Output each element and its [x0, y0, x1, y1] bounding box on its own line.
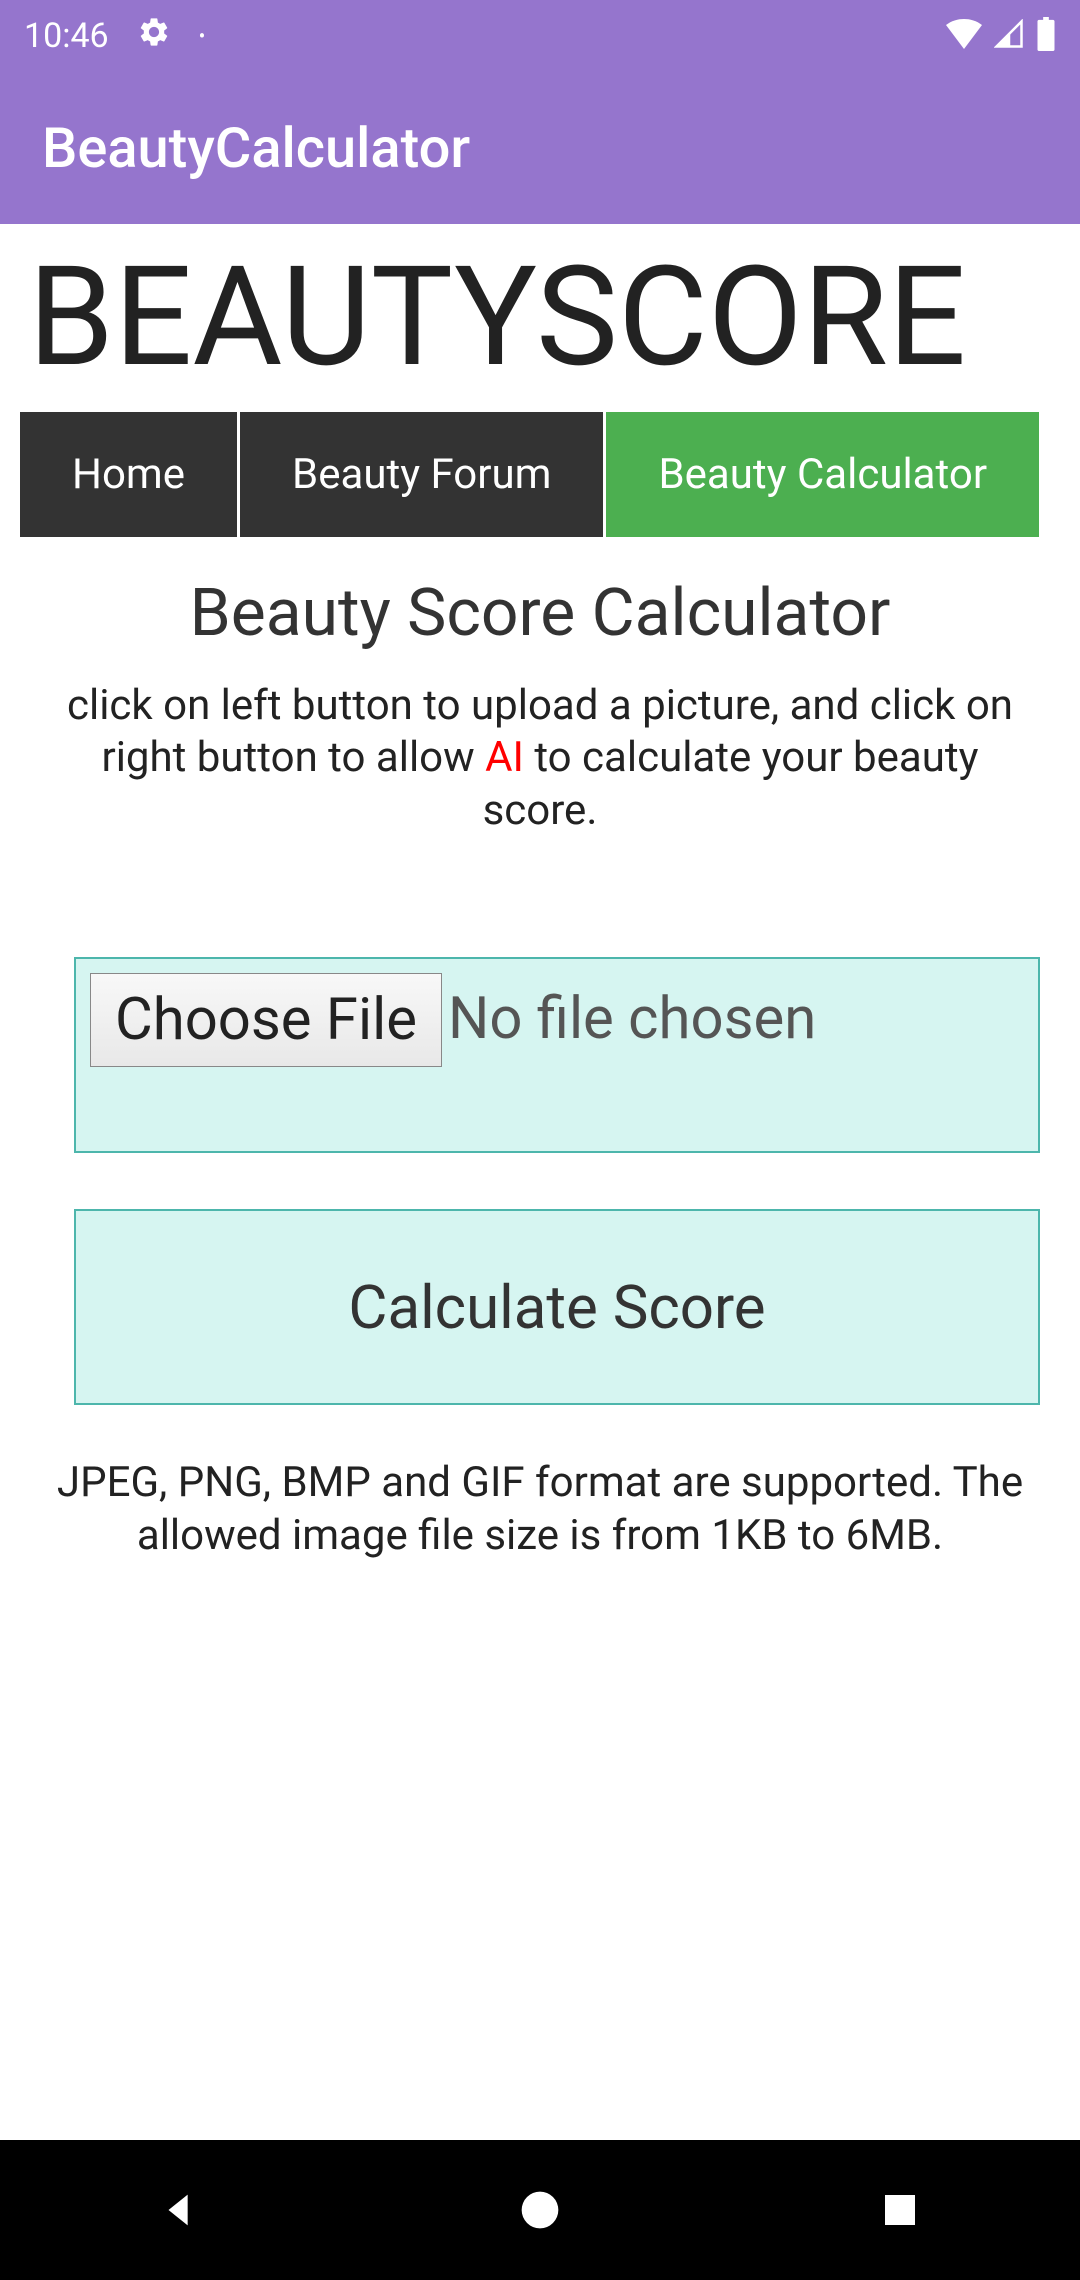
calculate-label: Calculate Score: [348, 1272, 765, 1343]
app-title: BeautyCalculator: [42, 115, 470, 181]
instruction-post: to calculate your beauty score.: [483, 733, 979, 835]
dot-icon: •: [199, 24, 206, 48]
file-status-text: No file chosen: [442, 973, 822, 1065]
signal-icon: [994, 19, 1024, 53]
back-icon[interactable]: [150, 2180, 210, 2240]
calculate-score-button[interactable]: Calculate Score: [74, 1209, 1040, 1405]
status-left: 10:46 •: [24, 15, 205, 58]
tab-beauty-calculator[interactable]: Beauty Calculator: [606, 412, 1039, 537]
home-icon[interactable]: [510, 2180, 570, 2240]
app-bar: BeautyCalculator: [0, 72, 1080, 224]
format-info-text: JPEG, PNG, BMP and GIF format are suppor…: [0, 1405, 1080, 1562]
instructions-text: click on left button to upload a picture…: [0, 652, 1080, 838]
status-time: 10:46: [24, 16, 109, 56]
gear-icon: [137, 15, 171, 58]
recent-apps-icon[interactable]: [870, 2180, 930, 2240]
battery-icon: [1036, 17, 1056, 55]
status-bar: 10:46 •: [0, 0, 1080, 72]
ai-highlight: AI: [485, 733, 524, 782]
choose-file-button[interactable]: Choose File: [90, 973, 442, 1067]
system-nav-bar: [0, 2140, 1080, 2280]
file-upload-area[interactable]: Choose File No file chosen: [74, 957, 1040, 1153]
page-heading: Beauty Score Calculator: [0, 575, 1080, 652]
nav-tabs: Home Beauty Forum Beauty Calculator: [20, 412, 1080, 537]
content-area: BEAUTYSCORE Home Beauty Forum Beauty Cal…: [0, 224, 1080, 1562]
tab-home[interactable]: Home: [20, 412, 237, 537]
site-banner: BEAUTYSCORE: [0, 224, 1080, 412]
status-right: [946, 17, 1056, 55]
tab-beauty-forum[interactable]: Beauty Forum: [240, 412, 603, 537]
wifi-icon: [946, 19, 982, 53]
